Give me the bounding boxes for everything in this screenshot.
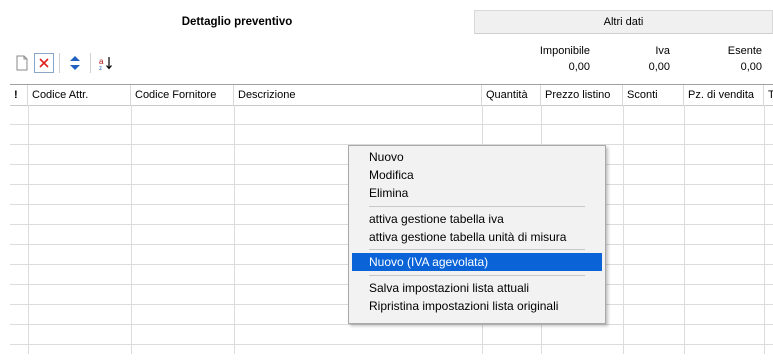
delete-icon: [39, 58, 49, 68]
col-flag[interactable]: !: [10, 85, 28, 105]
col-prezzo-listino[interactable]: Prezzo listino: [541, 85, 623, 105]
col-quantita[interactable]: Quantità: [482, 85, 541, 105]
col-sconti[interactable]: Sconti: [623, 85, 684, 105]
esente-value: 0,00: [740, 61, 762, 73]
toolbar: a z: [12, 52, 118, 74]
table-row[interactable]: [10, 325, 773, 345]
svg-text:a: a: [99, 57, 104, 66]
iva-label: Iva: [655, 45, 670, 57]
new-document-icon: [16, 55, 28, 71]
toolbar-separator: [59, 53, 60, 73]
menu-item-elimina[interactable]: Elimina: [352, 184, 602, 202]
imponibile-label: Imponibile: [539, 45, 590, 57]
tab-altri-dati-label: Altri dati: [603, 16, 644, 28]
tab-dettaglio-preventivo-label: Dettaglio preventivo: [181, 16, 293, 28]
grid-header: ! Codice Attr. Codice Fornitore Descrizi…: [10, 84, 773, 106]
menu-item-attiva-tabella-iva[interactable]: attiva gestione tabella iva: [352, 210, 602, 228]
delete-button[interactable]: [34, 53, 54, 73]
move-up-down-button[interactable]: [65, 53, 85, 73]
move-up-down-icon: [70, 56, 80, 70]
iva-value: 0,00: [648, 61, 670, 73]
col-codice-fornitore[interactable]: Codice Fornitore: [131, 85, 234, 105]
tab-dettaglio-preventivo[interactable]: Dettaglio preventivo: [0, 10, 474, 34]
menu-item-nuovo-iva-agevolata[interactable]: Nuovo (IVA agevolata): [352, 253, 602, 271]
sort-button[interactable]: a z: [96, 53, 116, 73]
menu-item-nuovo[interactable]: Nuovo: [352, 148, 602, 166]
col-descrizione[interactable]: Descrizione: [234, 85, 482, 105]
toolbar-separator: [90, 53, 91, 73]
menu-item-salva-impostazioni[interactable]: Salva impostazioni lista attuali: [352, 279, 602, 297]
menu-item-ripristina-impostazioni[interactable]: Ripristina impostazioni lista originali: [352, 297, 602, 315]
sort-icon: a z: [99, 57, 112, 70]
svg-text:z: z: [99, 66, 102, 70]
menu-separator: [369, 275, 585, 276]
col-t[interactable]: T: [764, 85, 773, 105]
menu-item-attiva-tabella-unita-misura[interactable]: attiva gestione tabella unità di misura: [352, 228, 602, 246]
imponibile-value: 0,00: [568, 61, 590, 73]
tab-altri-dati[interactable]: Altri dati: [474, 10, 773, 34]
new-button[interactable]: [12, 53, 32, 73]
col-codice-attr[interactable]: Codice Attr.: [28, 85, 131, 105]
table-row[interactable]: [10, 345, 773, 354]
menu-separator: [369, 206, 585, 207]
table-row[interactable]: [10, 105, 773, 125]
context-menu: Nuovo Modifica Elimina attiva gestione t…: [348, 145, 606, 324]
esente-label: Esente: [727, 45, 762, 57]
menu-separator: [369, 249, 585, 250]
menu-item-modifica[interactable]: Modifica: [352, 166, 602, 184]
table-row[interactable]: [10, 125, 773, 145]
col-pz-di-vendita[interactable]: Pz. di vendita: [684, 85, 764, 105]
